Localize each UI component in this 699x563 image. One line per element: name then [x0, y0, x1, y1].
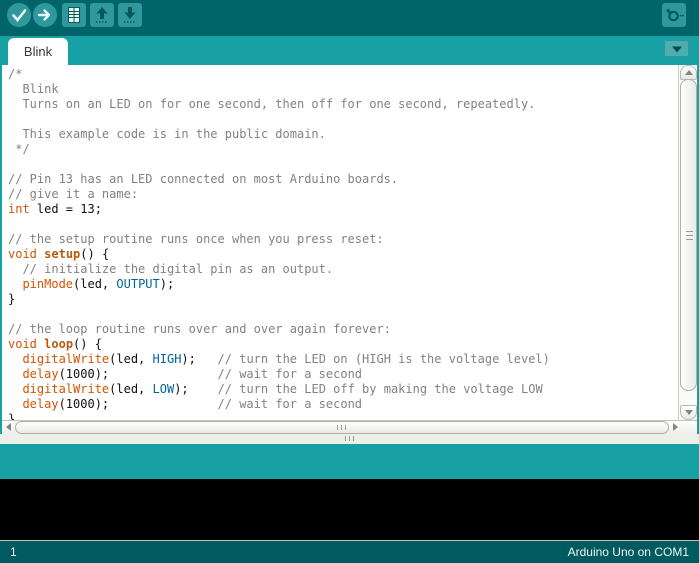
code-line: delay(1000); // wait for a second [8, 367, 679, 382]
splitter-grip-icon [345, 436, 354, 441]
code-line [8, 307, 679, 322]
code-line: // the loop routine runs over and over a… [8, 322, 679, 337]
code-area: /* Blink Turns on an LED on for one seco… [2, 65, 679, 420]
tab-bar: Blink [0, 36, 699, 65]
code-line: } [8, 292, 679, 307]
vertical-scrollbar-thumb[interactable] [680, 79, 697, 391]
triangle-up-icon [685, 70, 693, 75]
scroll-right-button[interactable] [669, 421, 681, 433]
code-line: // give it a name: [8, 187, 679, 202]
new-sketch-button[interactable] [62, 3, 86, 27]
code-line: } [8, 412, 679, 420]
code-line: // initialize the digital pin as an outp… [8, 262, 679, 277]
save-sketch-button[interactable] [118, 3, 142, 27]
line-number: 1 [10, 545, 17, 559]
scroll-left-button[interactable] [2, 421, 14, 433]
code-line: Blink [8, 82, 679, 97]
code-line: delay(1000); // wait for a second [8, 397, 679, 412]
arrow-down-icon [118, 3, 142, 27]
arrow-up-icon [90, 3, 114, 27]
code-line: // the setup routine runs once when you … [8, 232, 679, 247]
verify-button[interactable] [7, 3, 31, 27]
tab-menu-button[interactable] [664, 40, 689, 57]
toolbar [0, 0, 699, 36]
serial-monitor-button[interactable] [662, 3, 686, 27]
scroll-down-button[interactable] [680, 405, 697, 420]
code-line: pinMode(led, OUTPUT); [8, 277, 679, 292]
arrow-right-icon [33, 3, 57, 27]
code-line [8, 112, 679, 127]
code-editor[interactable]: /* Blink Turns on an LED on for one seco… [2, 65, 679, 420]
code-line: */ [8, 142, 679, 157]
code-line: Turns on an LED on for one second, then … [8, 97, 679, 112]
scrollbar-grip-icon [686, 231, 693, 240]
triangle-left-icon [6, 423, 11, 431]
code-line [8, 157, 679, 172]
open-sketch-button[interactable] [90, 3, 114, 27]
status-bar: 1 Arduino Uno on COM1 [0, 540, 699, 563]
check-icon [7, 3, 31, 27]
status-message-bar [0, 444, 699, 479]
magnifier-icon [662, 3, 686, 27]
code-line: digitalWrite(led, LOW); // turn the LED … [8, 382, 679, 397]
code-line: This example code is in the public domai… [8, 127, 679, 142]
splitter-handle[interactable] [0, 434, 699, 444]
tab-label: Blink [24, 44, 52, 59]
document-icon [62, 3, 86, 27]
scroll-up-button[interactable] [680, 65, 697, 80]
console-output [0, 479, 699, 540]
board-port-info: Arduino Uno on COM1 [568, 545, 689, 559]
arduino-ide-window: Blink /* Blink Turns on an LED on for on… [0, 0, 699, 563]
code-line: // Pin 13 has an LED connected on most A… [8, 172, 679, 187]
code-line: void setup() { [8, 247, 679, 262]
code-line: void loop() { [8, 337, 679, 352]
code-line: int led = 13; [8, 202, 679, 217]
horizontal-scrollbar-thumb[interactable] [15, 421, 669, 434]
chevron-down-icon [669, 43, 685, 55]
vertical-scrollbar[interactable] [678, 65, 697, 420]
code-line: /* [8, 67, 679, 82]
triangle-right-icon [673, 423, 678, 431]
triangle-down-icon [685, 410, 693, 415]
code-line: digitalWrite(led, HIGH); // turn the LED… [8, 352, 679, 367]
scrollbar-grip-icon [337, 425, 346, 430]
code-line [8, 217, 679, 232]
upload-button[interactable] [33, 3, 57, 27]
tab-blink[interactable]: Blink [8, 38, 68, 65]
